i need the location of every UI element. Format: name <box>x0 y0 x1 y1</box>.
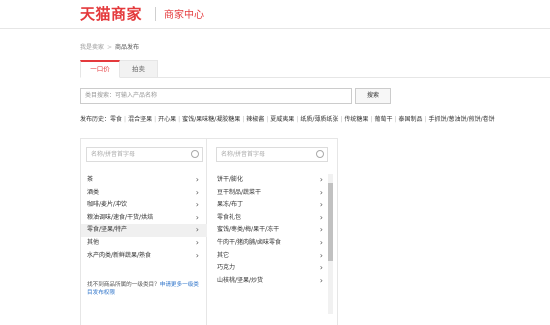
history-separator: | <box>394 116 397 123</box>
level2-item[interactable]: 其它 › <box>211 250 337 263</box>
item-label: 咖啡/麦片/冲饮 <box>87 201 128 209</box>
category-column-level2: 名称/拼音首字母 饼干/膨化 › 豆干制品/蔬菜干 › 果冻/布丁 › 零食礼包 › 蜜… <box>211 139 337 325</box>
level2-item[interactable]: 蜜饯/枣类/梅/果干/冻干 › <box>211 224 337 237</box>
level1-item[interactable]: 水产肉类/新鲜蔬果/熟食 › <box>81 250 207 263</box>
item-label: 山核桃/坚果/炒货 <box>217 276 264 284</box>
item-label: 果冻/布丁 <box>217 201 244 209</box>
item-label: 粮油调味/速食/干货/烘焙 <box>87 213 154 221</box>
search-button[interactable]: 搜索 <box>355 88 391 104</box>
level2-item[interactable]: 零食礼包 › <box>211 212 337 225</box>
chevron-right-icon: › <box>319 225 323 235</box>
level2-item[interactable]: 山核桃/坚果/炒货 › <box>211 275 337 288</box>
level1-filter-placeholder: 名称/拼音首字母 <box>91 151 136 158</box>
category-column-level1: 名称/拼音首字母 茶 › 酒类 › 咖啡/麦片/冲饮 › 粮油调味/速食/干货/烘焙 ›… <box>81 139 207 325</box>
level2-scrollbar-thumb[interactable] <box>328 183 333 261</box>
item-label: 豆干制品/蔬菜干 <box>217 188 262 196</box>
level2-item[interactable]: 饼干/膨化 › <box>211 174 337 187</box>
breadcrumb: 我是卖家 > 商品发布 <box>80 42 139 51</box>
level1-item[interactable]: 茶 › <box>81 174 207 187</box>
history-item[interactable]: 夏威夷果 <box>270 116 294 123</box>
level1-filter-input[interactable]: 名称/拼音首字母 <box>86 147 203 162</box>
breadcrumb-home-link[interactable]: 我是卖家 <box>80 44 104 51</box>
chevron-right-icon: › <box>195 200 199 210</box>
item-label: 其他 <box>87 238 100 246</box>
chevron-right-icon: › <box>319 250 323 260</box>
history-separator: | <box>424 116 427 123</box>
chevron-right-icon: › <box>195 250 199 260</box>
item-label: 水产肉类/新鲜蔬果/熟食 <box>87 251 152 259</box>
history-separator: | <box>296 116 299 123</box>
item-label: 零食/坚果/特产 <box>87 226 128 234</box>
chevron-right-icon: › <box>319 212 323 222</box>
item-label: 饼干/膨化 <box>217 176 244 183</box>
not-found-text: 找不到商品所属的一级类目？ <box>87 282 160 288</box>
history-item[interactable]: 辣椒酱 <box>246 116 264 123</box>
tab-fixed-price[interactable]: 一口价 <box>80 60 120 78</box>
chevron-right-icon: › <box>319 237 323 247</box>
chevron-right-icon: › <box>195 225 199 235</box>
chevron-right-icon: › <box>195 175 199 184</box>
level2-list: 饼干/膨化 › 豆干制品/蔬菜干 › 果冻/布丁 › 零食礼包 › 蜜饯/枣类/梅/果干… <box>211 174 337 287</box>
category-selector: 名称/拼音首字母 茶 › 酒类 › 咖啡/麦片/冲饮 › 粮油调味/速食/干货/烘焙 ›… <box>80 138 338 325</box>
level1-item[interactable]: 其他 › <box>81 237 207 250</box>
level2-item[interactable]: 巧克力 › <box>211 262 337 275</box>
chevron-right-icon: › <box>319 175 323 184</box>
request-category-note: 找不到商品所属的一级类目？申请更多一级类目发布权限 <box>87 281 202 297</box>
item-label: 零食礼包 <box>217 213 242 221</box>
level2-filter-input[interactable]: 名称/拼音首字母 <box>216 147 328 162</box>
history-label: 发布历史： <box>80 116 111 123</box>
chevron-right-icon: › <box>319 275 323 285</box>
history-item[interactable]: 手抓饼/葱油饼/煎饼/卷饼 <box>429 116 495 123</box>
chevron-right-icon: › <box>319 263 323 273</box>
level2-item[interactable]: 豆干制品/蔬菜干 › <box>211 187 337 200</box>
top-header: 天猫商家 商家中心 <box>0 0 550 30</box>
item-label: 茶 <box>87 176 94 183</box>
level1-item[interactable]: 咖啡/麦片/冲饮 › <box>81 199 207 212</box>
publish-tabs: 一口价 拍卖 <box>80 60 550 78</box>
history-item[interactable]: 泰国制品 <box>398 116 422 123</box>
seller-center-title[interactable]: 商家中心 <box>164 6 204 21</box>
level1-list: 茶 › 酒类 › 咖啡/麦片/冲饮 › 粮油调味/速食/干货/烘焙 › 零食/坚果/特产… <box>81 174 207 262</box>
publish-history: 发布历史：零食 | 混合坚果 | 开心果 | 蜜饯/果味糖/凝胶糖果 | 辣椒酱 | 夏威夷果 | 纸质… <box>80 115 550 125</box>
history-item[interactable]: 葡萄干 <box>374 116 392 123</box>
breadcrumb-current: 商品发布 <box>115 44 140 51</box>
item-label: 牛肉干/猪肉脯/卤味零食 <box>217 238 282 246</box>
header-bottom-line <box>0 28 550 29</box>
chevron-right-icon: › <box>195 187 199 197</box>
item-label: 巧克力 <box>217 264 236 272</box>
chevron-right-icon: › <box>195 237 199 247</box>
level2-item[interactable]: 果冻/布丁 › <box>211 199 337 212</box>
search-icon <box>316 150 324 158</box>
history-item[interactable]: 开心果 <box>158 116 176 123</box>
history-separator: | <box>242 116 245 123</box>
level2-filter-placeholder: 名称/拼音首字母 <box>221 151 266 158</box>
tab-auction[interactable]: 拍卖 <box>120 60 158 78</box>
history-separator: | <box>370 116 373 123</box>
history-separator: | <box>178 116 181 123</box>
level2-item[interactable]: 牛肉干/猪肉脯/卤味零食 › <box>211 237 337 250</box>
history-separator: | <box>124 116 127 123</box>
tmall-seller-logo[interactable]: 天猫商家 <box>80 3 142 24</box>
level1-item[interactable]: 粮油调味/速食/干货/烘焙 › <box>81 212 207 225</box>
item-label: 蜜饯/枣类/梅/果干/冻干 <box>217 226 280 234</box>
chevron-right-icon: › <box>319 187 323 197</box>
item-label: 酒类 <box>87 188 100 196</box>
search-icon <box>191 150 199 158</box>
history-separator: | <box>154 116 157 123</box>
history-item[interactable]: 纸质/薄质纸张 <box>300 116 338 123</box>
level1-item-selected[interactable]: 零食/坚果/特产 › <box>81 224 207 237</box>
history-item[interactable]: 蜜饯/果味糖/凝胶糖果 <box>182 116 240 123</box>
breadcrumb-separator: > <box>107 44 113 51</box>
category-search-input[interactable]: 类目搜索：可输入产品名称 <box>80 88 352 104</box>
chevron-right-icon: › <box>319 200 323 210</box>
chevron-right-icon: › <box>195 212 199 222</box>
history-item[interactable]: 零食 <box>110 116 122 123</box>
history-item[interactable]: 混合坚果 <box>128 116 152 123</box>
item-label: 其它 <box>217 251 230 259</box>
history-separator: | <box>266 116 269 123</box>
history-separator: | <box>340 116 343 123</box>
level1-item[interactable]: 酒类 › <box>81 187 207 200</box>
header-divider <box>155 7 156 21</box>
history-item[interactable]: 传统糖果 <box>344 116 368 123</box>
